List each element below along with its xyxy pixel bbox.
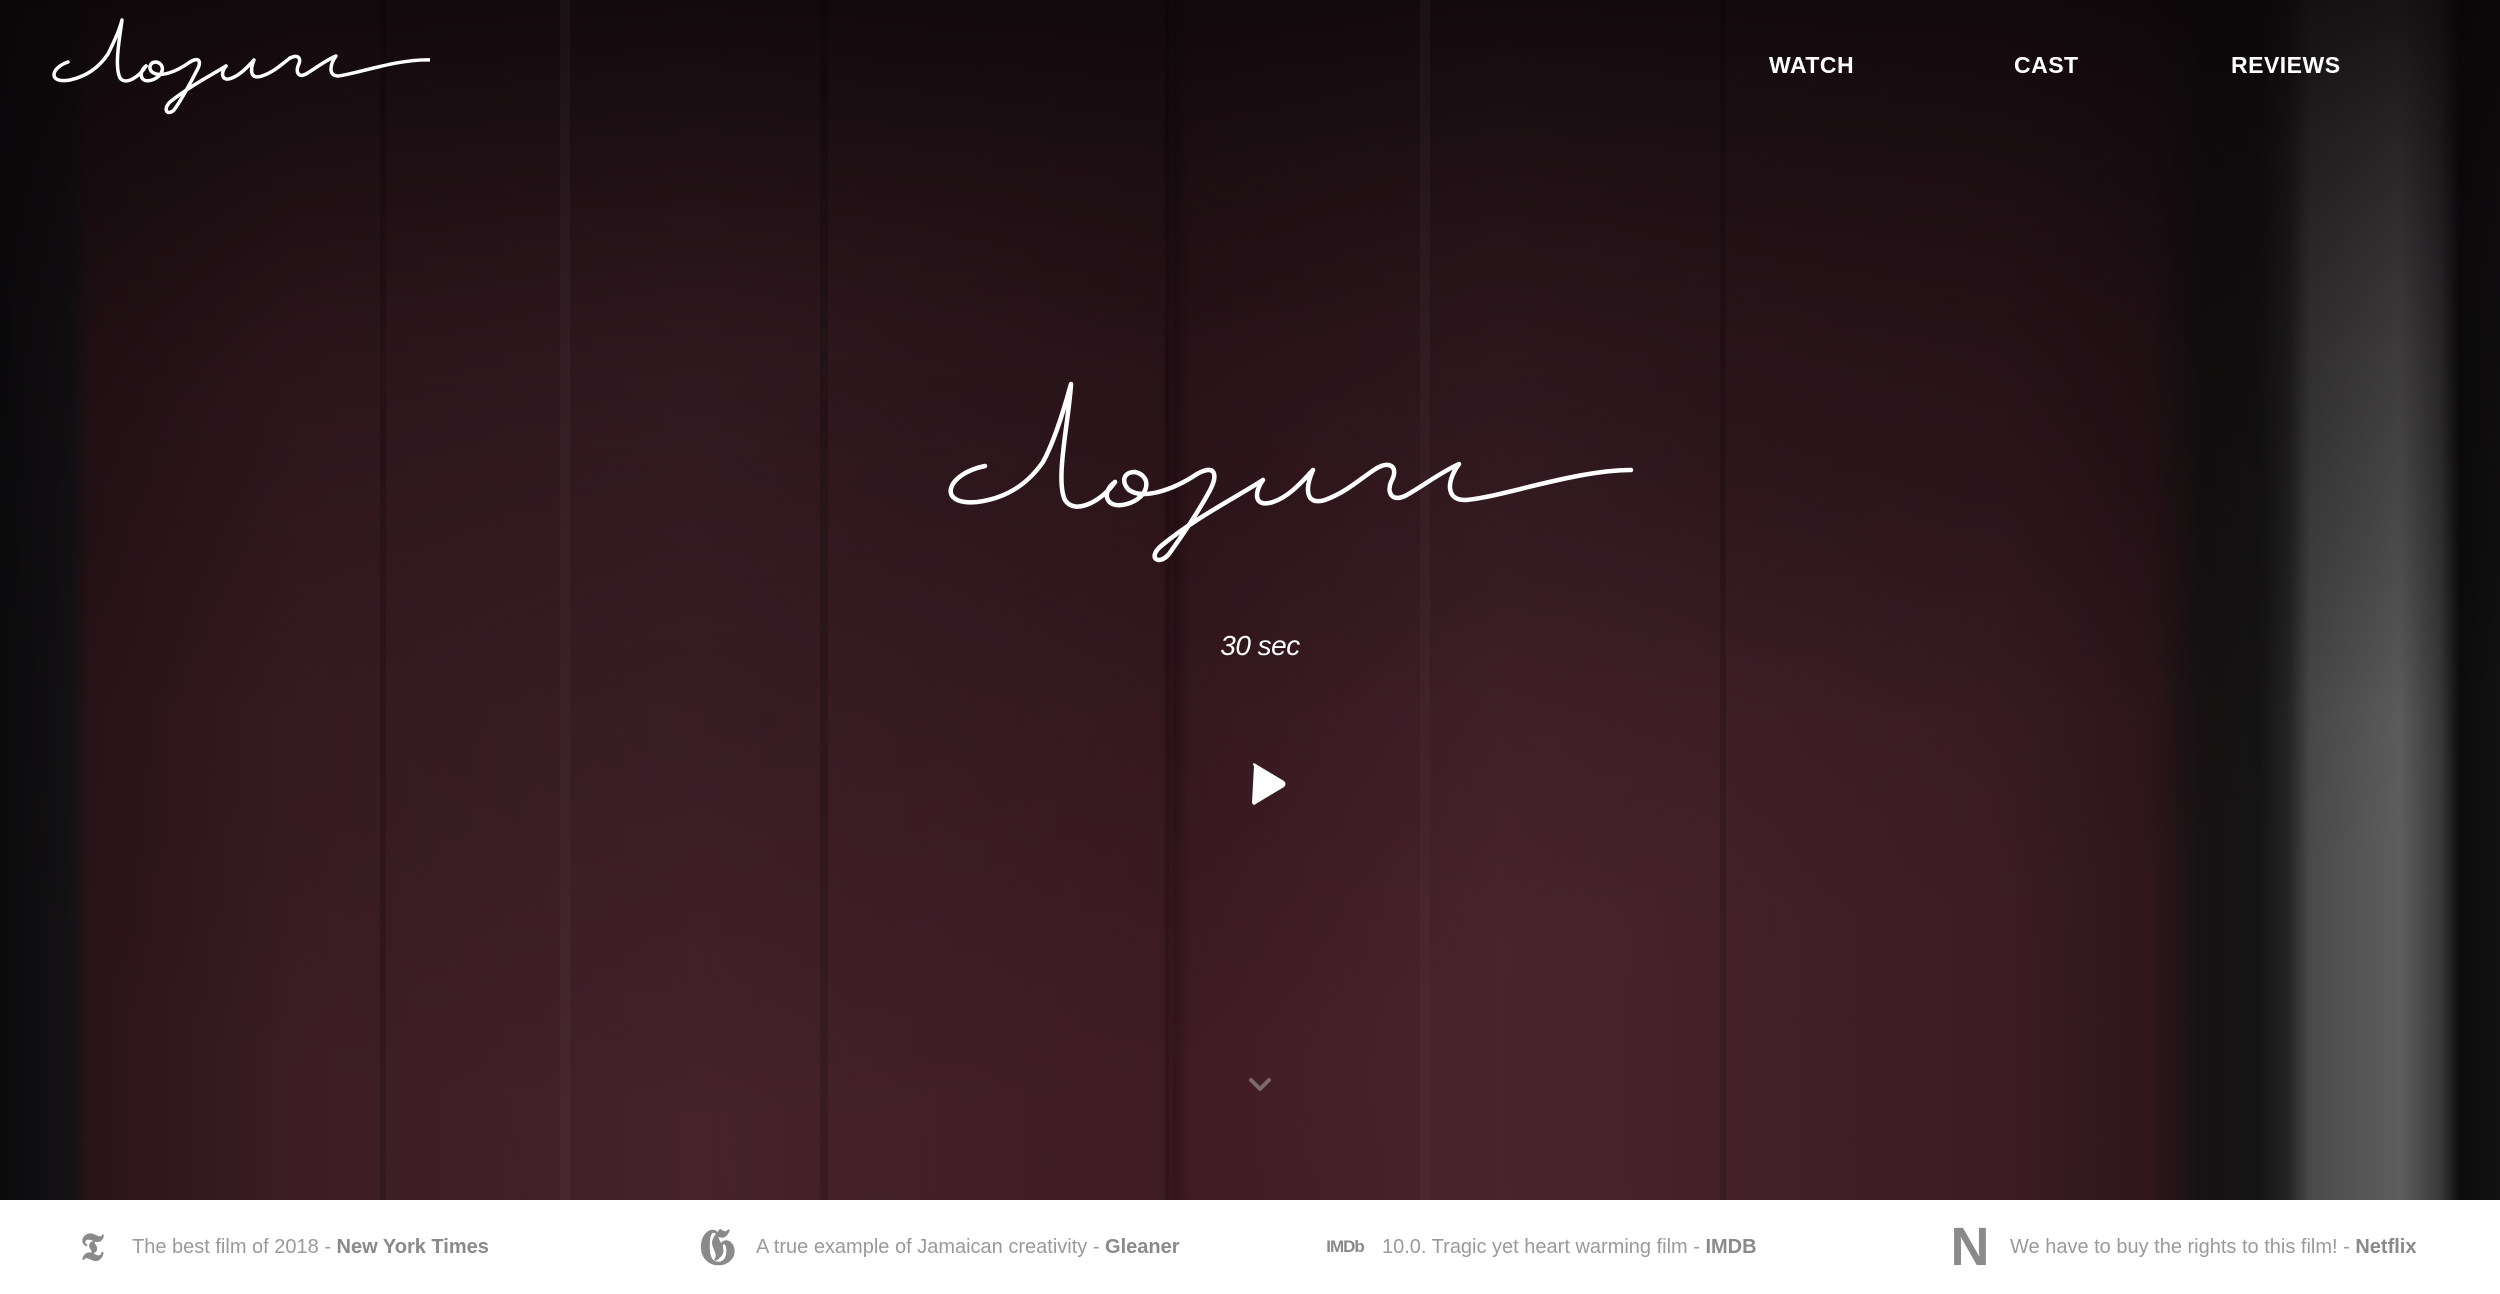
review-text: 10.0. Tragic yet heart warming film - IM… [1382,1236,1757,1259]
new-york-times-icon: 𝕿 [80,1224,104,1269]
review-text: The best film of 2018 - New York Times [132,1236,489,1259]
nav-cast[interactable]: CAST [2014,52,2079,79]
gleaner-icon: 𝕲 [697,1217,737,1276]
curtain-texture [0,0,2500,1200]
nav-watch[interactable]: WATCH [1769,52,1854,79]
netflix-icon: N [1950,1217,1990,1277]
hero-section: WATCH CAST REVIEWS 30 sec [0,0,2500,1200]
review-quote: 10.0. Tragic yet heart warming film - [1382,1235,1706,1258]
review-source: New York Times [336,1235,489,1258]
review-item: 𝕲 A true example of Jamaican creativity … [690,1200,1180,1294]
review-quote: We have to buy the rights to this film! … [2010,1235,2356,1258]
review-source: Netflix [2355,1235,2417,1258]
chevron-down-icon[interactable] [1248,1076,1272,1094]
hero-title-logo [948,381,1634,563]
review-quote: The best film of 2018 - [132,1235,337,1258]
review-quote: A true example of Jamaican creativity - [756,1235,1106,1258]
nav-reviews[interactable]: REVIEWS [2231,52,2341,79]
review-strip: 𝕿 The best film of 2018 - New York Times… [0,1200,2500,1294]
review-item: 𝕿 The best film of 2018 - New York Times [74,1200,489,1294]
review-item: N We have to buy the rights to this film… [1950,1200,2417,1294]
imdb-icon: IMDb [1326,1237,1365,1256]
review-item: IMDb 10.0. Tragic yet heart warming film… [1322,1200,1757,1294]
review-text: We have to buy the rights to this film! … [2010,1236,2416,1259]
main-nav: WATCH CAST REVIEWS [0,52,2500,82]
play-icon[interactable] [1246,760,1290,808]
review-source: Gleaner [1105,1235,1180,1258]
review-text: A true example of Jamaican creativity - … [756,1236,1180,1259]
review-source: IMDB [1705,1235,1757,1258]
video-duration: 30 sec [1220,630,1300,661]
